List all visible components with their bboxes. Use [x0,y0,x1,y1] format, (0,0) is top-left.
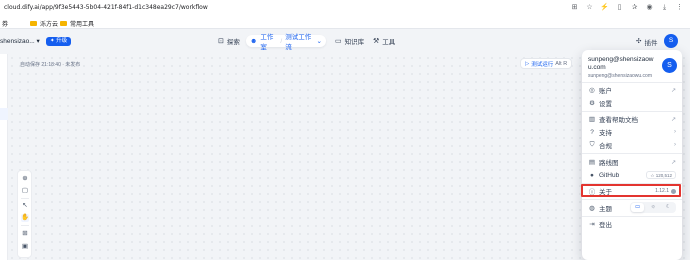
github-icon: ● [590,171,594,179]
browser-toolbar-icons: ⊞ ☆ ⚡ ▯ ✰ ◉ ⤓ ⋮ [570,3,684,12]
github-stars-badge: ☆ 120,512 [646,171,676,179]
menu-icon[interactable]: ⋮ [675,3,684,12]
shield-icon: ⛉ [589,141,595,148]
favorites-icon[interactable]: ✰ [630,3,639,12]
translate-icon[interactable]: ⊞ [570,3,579,12]
user-circle-icon: ◎ [589,87,595,94]
left-sidebar [0,54,8,260]
book-icon: ▭ [335,38,342,45]
bookmark-folder[interactable]: 泺方云 [30,19,58,28]
theme-switcher: ▭ ☼ ☾ [630,202,676,213]
nav-studio[interactable]: ☻ 工作室 / 测试工作流 ⌄ [246,34,326,51]
split-icon[interactable]: ▯ [615,3,624,12]
wrench-icon: ⚒ [373,38,380,45]
menu-item-github[interactable]: ● GitHub ☆ 120,512 [588,170,676,180]
download-icon[interactable]: ⤓ [660,3,669,12]
palette-icon: ◍ [589,205,595,212]
compass-icon: ⊡ [218,38,224,45]
help-icon: ? [590,128,594,136]
sidebar-selected-item[interactable] [0,108,8,120]
logout-icon: ⇥ [589,221,595,228]
play-icon: ▷ [525,60,530,67]
book-open-icon: ▥ [588,116,596,123]
nav-knowledge[interactable]: ▭ 知识库 [331,35,368,47]
user-email: sunpeng@shensizaowu.com [588,73,653,79]
upgrade-button[interactable]: ✦ 升级 [46,37,72,46]
layout-icon[interactable]: ⊞ [21,230,29,238]
menu-item-docs[interactable]: ▥ 查看帮助文档 ↗ [588,114,676,124]
chevron-right-icon: › [674,142,676,148]
map-icon: ▤ [588,159,596,166]
workflow-name[interactable]: 测试工作流 [285,31,313,51]
account-dropdown: sunpeng@shensizaowu.com sunpeng@shensiza… [582,50,682,260]
external-link-icon: ↗ [670,87,676,94]
menu-item-theme: ◍ 主题 ▭ ☼ ☾ [588,202,676,213]
user-name: sunpeng@shensizaowu.com [588,56,654,71]
menu-item-settings[interactable]: ⚙ 设置 [588,98,676,108]
moon-icon[interactable]: ☾ [662,203,675,212]
hand-icon[interactable]: ✋ [21,214,29,222]
plugins-button[interactable]: ✣ 插件 [636,37,657,47]
gear-icon: ⚙ [589,100,595,107]
user-avatar[interactable]: S [664,34,678,48]
star-icon[interactable]: ☆ [585,3,594,12]
export-image-icon[interactable]: ▣ [21,243,29,251]
studio-icon: ☻ [250,37,258,45]
menu-item-logout[interactable]: ⇥ 登出 [588,219,676,229]
menu-item-account[interactable]: ◎ 账户 ↗ [588,85,676,95]
canvas-toolbar: ⊕ ▢ ↖ ✋ ⊞ ▣ [17,170,32,258]
folder-icon [60,21,67,26]
bookmark-item[interactable]: 券 [2,19,8,28]
chevron-right-icon: › [674,129,676,135]
bookmark-folder[interactable]: 常用工具 [60,19,94,28]
monitor-icon[interactable]: ▭ [631,203,645,212]
url-text[interactable]: cloud.dify.ai/app/9f3e5443-5b04-421f-84f… [4,4,208,11]
autosave-status: 自动保存 21:18:40 · 未发布 [20,62,81,68]
external-link-icon: ↗ [670,116,676,123]
test-run-button[interactable]: ▷ 测试运行 Alt R [520,58,573,69]
menu-avatar: S [662,58,677,73]
sun-icon[interactable]: ☼ [646,203,659,212]
chevron-down-icon: ⌄ [316,38,322,45]
puzzle-icon: ✣ [636,38,642,45]
menu-item-compliance[interactable]: ⛉ 合规 › [588,140,676,150]
workspace-selector[interactable]: shensizao... ▾ [0,37,40,45]
bookmarks-bar: 券 泺方云 常用工具 [0,16,690,29]
browser-address-bar: cloud.dify.ai/app/9f3e5443-5b04-421f-84f… [0,0,690,16]
menu-item-support[interactable]: ? 支持 › [588,127,676,138]
menu-item-roadmap[interactable]: ▤ 路线图 ↗ [588,157,676,167]
profile-icon[interactable]: ◉ [645,3,654,12]
note-icon[interactable]: ▢ [21,187,29,195]
folder-icon [30,21,37,26]
external-link-icon: ↗ [670,159,676,166]
nav-tools[interactable]: ⚒ 工具 [369,35,399,47]
highlight-box [581,184,681,197]
nav-explore[interactable]: ⊡ 探索 [214,35,244,47]
add-node-icon[interactable]: ⊕ [21,175,29,183]
extensions-icon[interactable]: ⚡ [600,3,609,12]
pointer-icon[interactable]: ↖ [21,202,29,210]
